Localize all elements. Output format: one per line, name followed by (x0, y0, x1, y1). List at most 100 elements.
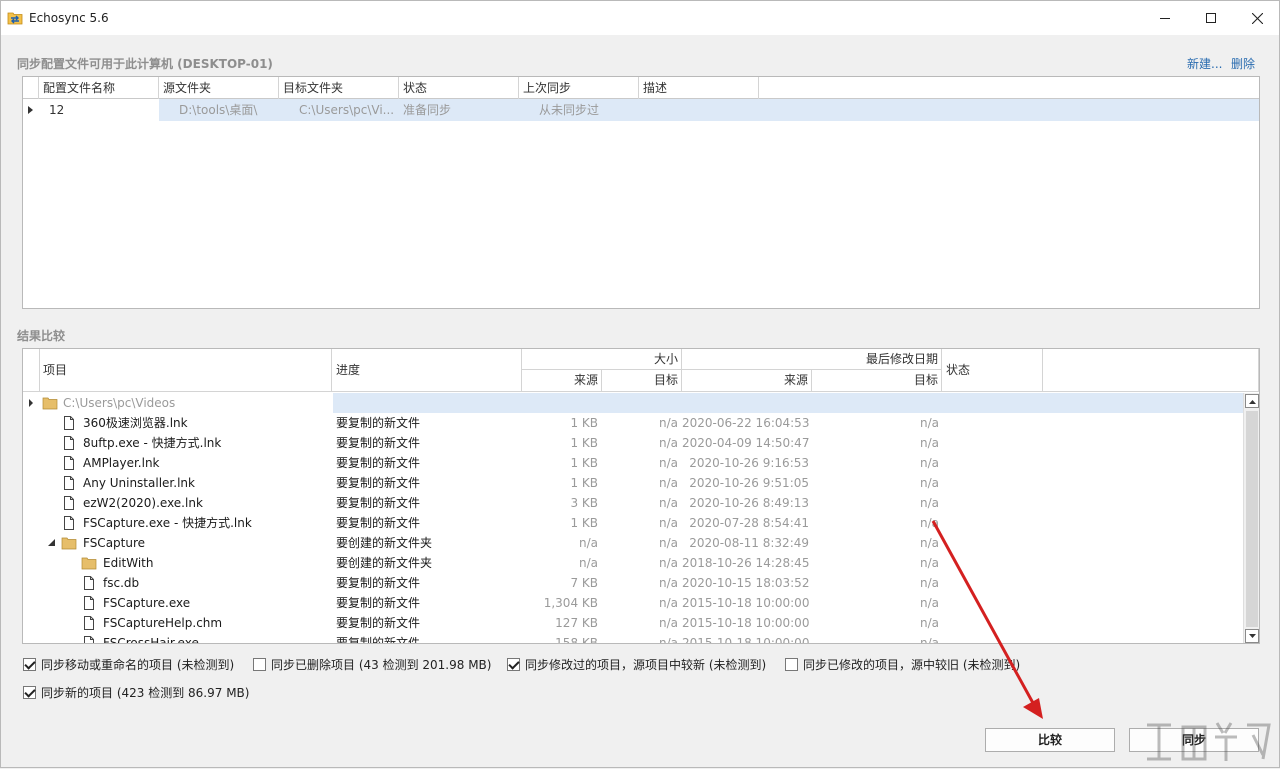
table-row[interactable]: FSCapture.exe 要复制的新文件 1,304 KB n/a 2015-10-1… (23, 593, 1243, 613)
item-date-target: n/a (919, 536, 939, 550)
item-size-target: n/a (658, 416, 678, 430)
checkbox-checked[interactable] (23, 686, 36, 699)
table-row[interactable]: FSCapture 要创建的新文件夹 n/a n/a 2020-08-11 8:32:4… (23, 533, 1243, 553)
col-item[interactable]: 项目 (40, 349, 332, 392)
item-progress: 要复制的新文件 (336, 496, 421, 510)
item-date-target: n/a (919, 576, 939, 590)
opt-sync-moved[interactable]: 同步移动或重命名的项目 (未检测到) (23, 656, 234, 673)
close-icon (1251, 12, 1263, 24)
col-progress[interactable]: 进度 (332, 349, 522, 392)
table-row[interactable]: 360极速浏览器.lnk 要复制的新文件 1 KB n/a 2020-06-22 16:… (23, 413, 1243, 433)
checkbox-checked[interactable] (23, 658, 36, 671)
item-date-source: 2020-04-09 14:50:47 (682, 436, 809, 450)
item-size-target: n/a (658, 596, 678, 610)
watermark-logo (1147, 722, 1271, 761)
opt-sync-new-label: 同步新的项目 (423 检测到 86.97 MB) (41, 686, 250, 700)
scroll-up-button[interactable] (1245, 394, 1259, 408)
maximize-button[interactable] (1188, 1, 1234, 35)
item-date-target: n/a (919, 476, 939, 490)
item-progress: 要复制的新文件 (336, 516, 421, 530)
item-progress: 要复制的新文件 (336, 436, 421, 450)
table-row[interactable]: EditWith 要创建的新文件夹 n/a n/a 2018-10-26 14:28:4… (23, 553, 1243, 573)
item-size-target: n/a (658, 636, 678, 644)
item-size-target: n/a (658, 576, 678, 590)
profile-desc (643, 99, 753, 121)
item-name: FSCrossHair.exe (103, 636, 199, 644)
col-size-source[interactable]: 来源 (522, 370, 602, 392)
results-header-corner (23, 349, 40, 392)
item-date-source: 2015-10-18 10:00:00 (682, 596, 809, 610)
col-size-target[interactable]: 目标 (602, 370, 682, 392)
item-progress: 要复制的新文件 (336, 476, 421, 490)
checkbox-unchecked[interactable] (785, 658, 798, 671)
item-date-target: n/a (919, 556, 939, 570)
table-row[interactable]: FSCaptureHelp.chm 要复制的新文件 127 KB n/a 2015-10… (23, 613, 1243, 633)
col-result-status[interactable]: 状态 (942, 349, 1043, 392)
item-name: AMPlayer.lnk (83, 456, 160, 470)
close-button[interactable] (1234, 1, 1280, 35)
item-size-target: n/a (658, 436, 678, 450)
checkbox-checked[interactable] (507, 658, 520, 671)
col-target-folder[interactable]: 目标文件夹 (279, 77, 399, 99)
opt-sync-deleted[interactable]: 同步已删除项目 (43 检测到 201.98 MB) (253, 656, 491, 673)
table-row[interactable]: Any Uninstaller.lnk 要复制的新文件 1 KB n/a 2020-10… (23, 473, 1243, 493)
scroll-thumb[interactable] (1246, 411, 1258, 627)
table-row[interactable]: fsc.db 要复制的新文件 7 KB n/a 2020-10-15 18:03:52 n… (23, 573, 1243, 593)
table-row[interactable]: AMPlayer.lnk 要复制的新文件 1 KB n/a 2020-10-26 9:1… (23, 453, 1243, 473)
item-progress: 要创建的新文件夹 (336, 556, 433, 570)
results-section-title: 结果比较 (17, 329, 66, 343)
col-date-target[interactable]: 目标 (812, 370, 942, 392)
expand-arrow-icon[interactable] (29, 399, 34, 407)
root-path: C:\Users\pc\Videos (63, 396, 176, 410)
window-title: Echosync 5.6 (29, 11, 109, 25)
opt-sync-older[interactable]: 同步已修改的项目，源中较旧 (未检测到) (785, 656, 1020, 673)
item-size-source: 7 KB (570, 576, 598, 590)
col-status[interactable]: 状态 (399, 77, 519, 99)
table-row[interactable]: FSCapture.exe - 快捷方式.lnk 要复制的新文件 1 KB n/a 20… (23, 513, 1243, 533)
row-pointer-icon (28, 106, 33, 114)
new-profile-link[interactable]: 新建... (1187, 55, 1222, 72)
collapse-arrow-icon[interactable] (48, 539, 56, 547)
col-date-source[interactable]: 来源 (682, 370, 812, 392)
col-source-folder[interactable]: 源文件夹 (159, 77, 279, 99)
item-date-target: n/a (919, 456, 939, 470)
opt-sync-newer[interactable]: 同步修改过的项目，源项目中较新 (未检测到) (507, 656, 766, 673)
table-row[interactable]: 8uftp.exe - 快捷方式.lnk 要复制的新文件 1 KB n/a 2020-0… (23, 433, 1243, 453)
delete-profile-link[interactable]: 删除 (1231, 55, 1255, 72)
item-date-target: n/a (919, 516, 939, 530)
col-description[interactable]: 描述 (639, 77, 759, 99)
col-last-sync[interactable]: 上次同步 (519, 77, 639, 99)
results-root-row[interactable]: C:\Users\pc\Videos (23, 393, 1243, 413)
item-name: 8uftp.exe - 快捷方式.lnk (83, 436, 222, 450)
vertical-scrollbar[interactable] (1243, 393, 1259, 643)
folder-icon (61, 537, 77, 550)
item-date-source: 2015-10-18 10:00:00 (682, 616, 809, 630)
item-name: EditWith (103, 556, 154, 570)
item-date-source: 2020-10-15 18:03:52 (682, 576, 809, 590)
item-name: FSCapture.exe (103, 596, 191, 610)
col-filler (1043, 349, 1259, 392)
minimize-button[interactable] (1142, 1, 1188, 35)
item-size-source: n/a (578, 536, 598, 550)
compare-button[interactable]: 比较 (985, 728, 1115, 752)
item-date-target: n/a (919, 596, 939, 610)
item-name: FSCaptureHelp.chm (103, 616, 223, 630)
item-name: 360极速浏览器.lnk (83, 416, 188, 430)
table-row[interactable]: ezW2(2020).exe.lnk 要复制的新文件 3 KB n/a 2020-10-… (23, 493, 1243, 513)
results-grid: 项目 进度 大小 最后修改日期 状态 来源 目标 来源 目标 C:\Users\… (22, 348, 1260, 644)
opt-sync-moved-label: 同步移动或重命名的项目 (未检测到) (41, 658, 235, 672)
scroll-down-button[interactable] (1245, 629, 1259, 643)
file-icon (64, 456, 74, 470)
file-icon (64, 416, 74, 430)
opt-sync-new[interactable]: 同步新的项目 (423 检测到 86.97 MB) (23, 684, 249, 701)
opt-sync-newer-label: 同步修改过的项目，源项目中较新 (未检测到) (525, 658, 767, 672)
item-size-target: n/a (658, 476, 678, 490)
table-row[interactable]: FSCrossHair.exe 要复制的新文件 158 KB n/a 2015-10-1… (23, 633, 1243, 644)
profile-row[interactable]: 12 D:\tools\桌面\ C:\Users\pc\Vi... 准备同步 从… (23, 99, 1259, 121)
item-size-target: n/a (658, 516, 678, 530)
item-progress: 要复制的新文件 (336, 576, 421, 590)
checkbox-unchecked[interactable] (253, 658, 266, 671)
item-size-target: n/a (658, 536, 678, 550)
col-profile-name[interactable]: 配置文件名称 (39, 77, 159, 99)
file-icon (84, 616, 94, 630)
